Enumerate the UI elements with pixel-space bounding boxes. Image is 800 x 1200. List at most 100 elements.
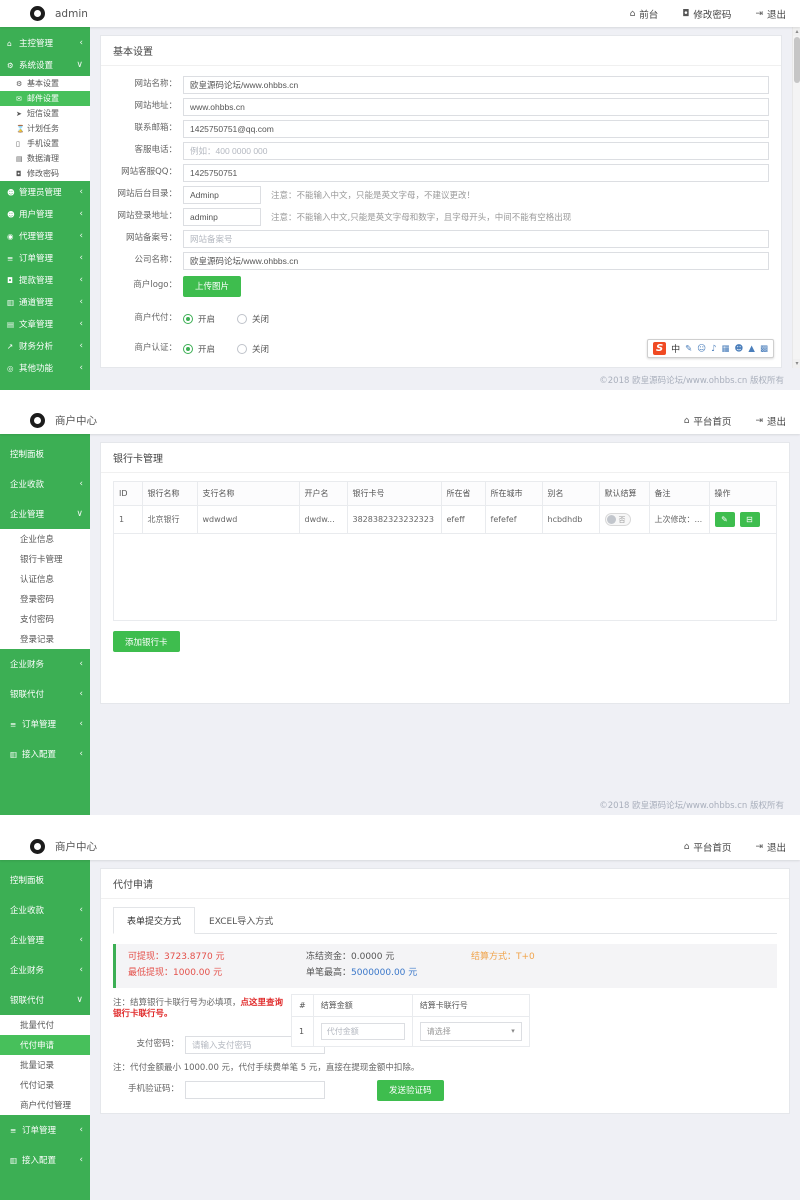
- sidebar-item-unionpay-payout[interactable]: 银联代付‹: [0, 679, 90, 709]
- submenu-item-pay-password[interactable]: 支付密码: [0, 609, 90, 629]
- form-row: 网站地址：: [113, 96, 769, 118]
- sidebar-item-channel-management[interactable]: ▥通道管理‹: [0, 291, 90, 313]
- site-url-input[interactable]: [183, 98, 769, 116]
- delete-button[interactable]: ⊟: [740, 512, 760, 527]
- copyright-text: ©2018 欧皇源码论坛/www.ohbbs.cn 版权所有: [90, 793, 800, 815]
- frontend-link[interactable]: ⌂前台: [630, 7, 659, 21]
- submenu-item-data-cleanup[interactable]: ▤数据清理: [0, 151, 90, 166]
- contact-email-input[interactable]: [183, 120, 769, 138]
- edit-button[interactable]: ✎: [715, 512, 735, 527]
- scroll-down-icon[interactable]: ▾: [793, 359, 800, 368]
- sidebar-item-access-config[interactable]: ▥接入配置‹: [0, 1145, 90, 1175]
- sidebar-item-order-management[interactable]: ≡订单管理‹: [0, 1115, 90, 1145]
- skin-icon[interactable]: ▲: [748, 344, 755, 354]
- sidebar-item-enterprise-management[interactable]: 企业管理‹: [0, 925, 90, 955]
- sidebar-item-enterprise-management[interactable]: 企业管理∨: [0, 499, 90, 529]
- balance-summary: 可提现：3723.8770 元冻结资金：0.0000 元结算方式：T+0 最低提…: [113, 944, 777, 988]
- pen-icon[interactable]: ✎: [685, 344, 692, 354]
- submenu-item-change-password[interactable]: ◘修改密码: [0, 166, 90, 181]
- submenu-item-mobile-settings[interactable]: ▯手机设置: [0, 136, 90, 151]
- payout-amount-input[interactable]: [321, 1023, 405, 1040]
- change-password-link[interactable]: ◘修改密码: [682, 7, 731, 21]
- sidebar-item-enterprise-finance[interactable]: 企业财务‹: [0, 955, 90, 985]
- logout-link[interactable]: ⇥退出: [755, 840, 786, 854]
- sidebar-item-unionpay-payout[interactable]: 银联代付∨: [0, 985, 90, 1015]
- sidebar-item-collection[interactable]: 企业收款‹: [0, 895, 90, 925]
- service-phone-input[interactable]: [183, 142, 769, 160]
- submenu-item-login-records[interactable]: 登录记录: [0, 629, 90, 649]
- emoji-icon[interactable]: ☺: [697, 344, 706, 354]
- submenu-item-mail-settings[interactable]: ✉邮件设置: [0, 91, 90, 106]
- send-code-button[interactable]: 发送验证码: [377, 1080, 444, 1101]
- sidebar-item-system-settings[interactable]: ⚙系统设置∨: [0, 54, 90, 76]
- ime-language-indicator[interactable]: 中: [671, 342, 680, 355]
- submenu-item-login-password[interactable]: 登录密码: [0, 589, 90, 609]
- payout-rows-table: # 结算金额 结算卡联行号 1 请选择▾: [291, 994, 530, 1047]
- platform-home-link[interactable]: ⌂平台首页: [684, 840, 732, 854]
- site-name-input[interactable]: [183, 76, 769, 94]
- copyright-text: ©2018 欧皇源码论坛/www.ohbbs.cn 版权所有: [90, 368, 800, 390]
- icp-input[interactable]: [183, 230, 769, 248]
- service-qq-input[interactable]: [183, 164, 769, 182]
- sms-code-input[interactable]: [185, 1081, 325, 1099]
- sidebar-item-order-management[interactable]: ≡订单管理‹: [0, 709, 90, 739]
- submenu-item-cron-tasks[interactable]: ⌛计划任务: [0, 121, 90, 136]
- ime-toolbar[interactable]: S 中 ✎ ☺ ♪ ▦ ☻ ▲ ▩: [647, 339, 774, 358]
- logout-link[interactable]: ⇥退出: [755, 7, 786, 21]
- submenu-item-batch-payout[interactable]: 批量代付: [0, 1015, 90, 1035]
- submenu-item-bankcard-management[interactable]: 银行卡管理: [0, 549, 90, 569]
- payout-off-radio[interactable]: 关闭: [237, 313, 269, 325]
- company-name-input[interactable]: [183, 252, 769, 270]
- submenu-item-merchant-payout-mgmt[interactable]: 商户代付管理: [0, 1095, 90, 1115]
- sidebar-item-access-config[interactable]: ▥接入配置‹: [0, 739, 90, 769]
- sidebar-item-collection[interactable]: 企业收款‹: [0, 469, 90, 499]
- add-bankcard-button[interactable]: 添加银行卡: [113, 631, 180, 652]
- submenu-item-payout-request[interactable]: 代付申请: [0, 1035, 90, 1055]
- cell-province: efeff: [441, 506, 485, 534]
- payout-on-radio[interactable]: 开启: [183, 313, 215, 325]
- sidebar-item-main-control[interactable]: ⌂主控管理‹: [0, 32, 90, 54]
- sidebar-item-admin-management[interactable]: ☻管理员管理‹: [0, 181, 90, 203]
- admin-dir-input[interactable]: [183, 186, 261, 204]
- sidebar-item-agent-management[interactable]: ◉代理管理‹: [0, 225, 90, 247]
- logout-link[interactable]: ⇥退出: [755, 414, 786, 428]
- sidebar-item-dashboard[interactable]: 控制面板: [0, 865, 90, 895]
- login-addr-input[interactable]: [183, 208, 261, 226]
- auth-off-radio[interactable]: 关闭: [237, 343, 269, 355]
- scrollbar-thumb[interactable]: [794, 37, 800, 83]
- form-row: 网站后台目录：注意：不能输入中文，只能是英文字母，不建议更改！: [113, 184, 769, 206]
- grid-icon[interactable]: ▩: [760, 344, 768, 354]
- sidebar-item-finance-analysis[interactable]: ↗财务分析‹: [0, 335, 90, 357]
- scrollbar[interactable]: ▴▾: [792, 27, 800, 368]
- chevron-left-icon: ‹: [79, 965, 83, 975]
- cell-bank-code: 请选择▾: [412, 1016, 529, 1046]
- tab-form-submit[interactable]: 表单提交方式: [113, 907, 195, 934]
- bank-code-select[interactable]: 请选择▾: [420, 1022, 522, 1041]
- chevron-left-icon: ‹: [79, 689, 83, 699]
- col-settle-amount: 结算金额: [313, 994, 412, 1016]
- submenu-item-enterprise-info[interactable]: 企业信息: [0, 529, 90, 549]
- microphone-icon[interactable]: ♪: [711, 344, 716, 354]
- auth-on-radio[interactable]: 开启: [183, 343, 215, 355]
- form-row: 公司名称：: [113, 250, 769, 272]
- submenu-item-basic-settings[interactable]: ⚙基本设置: [0, 76, 90, 91]
- submenu-item-sms-settings[interactable]: ➤短信设置: [0, 106, 90, 121]
- tab-excel-import[interactable]: EXCEL导入方式: [195, 907, 287, 934]
- submenu-item-payout-records[interactable]: 代付记录: [0, 1075, 90, 1095]
- platform-home-link[interactable]: ⌂平台首页: [684, 414, 732, 428]
- sidebar-item-enterprise-finance[interactable]: 企业财务‹: [0, 649, 90, 679]
- chevron-left-icon: ‹: [79, 749, 83, 759]
- sidebar-item-dashboard[interactable]: 控制面板: [0, 439, 90, 469]
- keyboard-icon[interactable]: ▦: [722, 344, 730, 354]
- sidebar-item-article-management[interactable]: ▤文章管理‹: [0, 313, 90, 335]
- person-icon[interactable]: ☻: [735, 344, 744, 354]
- sidebar-item-other-functions[interactable]: ◎其他功能‹: [0, 357, 90, 379]
- submenu-item-auth-info[interactable]: 认证信息: [0, 569, 90, 589]
- sidebar-item-user-management[interactable]: ☻用户管理‹: [0, 203, 90, 225]
- upload-image-button[interactable]: 上传图片: [183, 276, 241, 297]
- default-settle-toggle[interactable]: 否: [605, 513, 631, 526]
- sidebar-item-order-management[interactable]: ≡订单管理‹: [0, 247, 90, 269]
- sidebar-item-withdraw-management[interactable]: ◘提款管理‹: [0, 269, 90, 291]
- submenu-item-batch-records[interactable]: 批量记录: [0, 1055, 90, 1075]
- scroll-up-icon[interactable]: ▴: [793, 27, 800, 36]
